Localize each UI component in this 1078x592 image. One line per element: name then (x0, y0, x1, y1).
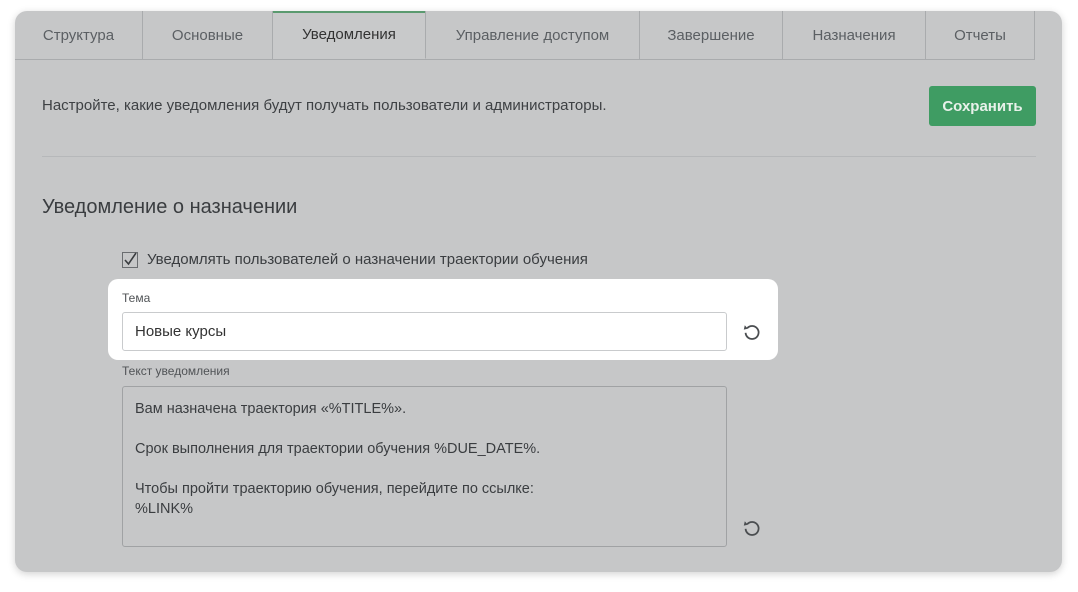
tab-completion[interactable]: Завершение (640, 11, 783, 59)
tab-notifications[interactable]: Уведомления (273, 11, 426, 59)
body-blank-line (135, 459, 714, 479)
body-label: Текст уведомления (122, 364, 230, 378)
notification-body-textarea[interactable]: Вам назначена траектория «%TITLE%». Срок… (122, 386, 727, 547)
settings-card: Структура Основные Уведомления Управлени… (15, 11, 1062, 572)
checkmark-icon (122, 251, 138, 268)
reset-icon[interactable] (742, 518, 762, 538)
tab-structure[interactable]: Структура (15, 11, 143, 59)
tab-reports[interactable]: Отчеты (926, 11, 1035, 59)
body-line: Срок выполнения для траектории обучения … (135, 441, 541, 457)
body-line: %LINK% (135, 501, 194, 517)
tab-access-control[interactable]: Управление доступом (426, 11, 640, 59)
divider (42, 156, 1036, 157)
notify-users-checkbox[interactable]: Уведомлять пользователей о назначении тр… (122, 251, 588, 268)
tab-assignments[interactable]: Назначения (783, 11, 926, 59)
body-line: Чтобы пройти траекторию обучения, перейд… (135, 481, 534, 497)
notify-users-label: Уведомлять пользователей о назначении тр… (147, 251, 588, 268)
reset-icon[interactable] (742, 322, 762, 342)
body-blank-line (135, 419, 714, 439)
tab-bar: Структура Основные Уведомления Управлени… (15, 11, 1035, 60)
page-description: Настройте, какие уведомления будут получ… (42, 97, 607, 114)
body-line: Вам назначена траектория «%TITLE%». (135, 401, 407, 417)
section-title: Уведомление о назначении (42, 196, 298, 218)
subject-label: Тема (122, 291, 151, 305)
save-button[interactable]: Сохранить (929, 86, 1036, 126)
subject-input[interactable] (122, 312, 727, 351)
tab-general[interactable]: Основные (143, 11, 273, 59)
